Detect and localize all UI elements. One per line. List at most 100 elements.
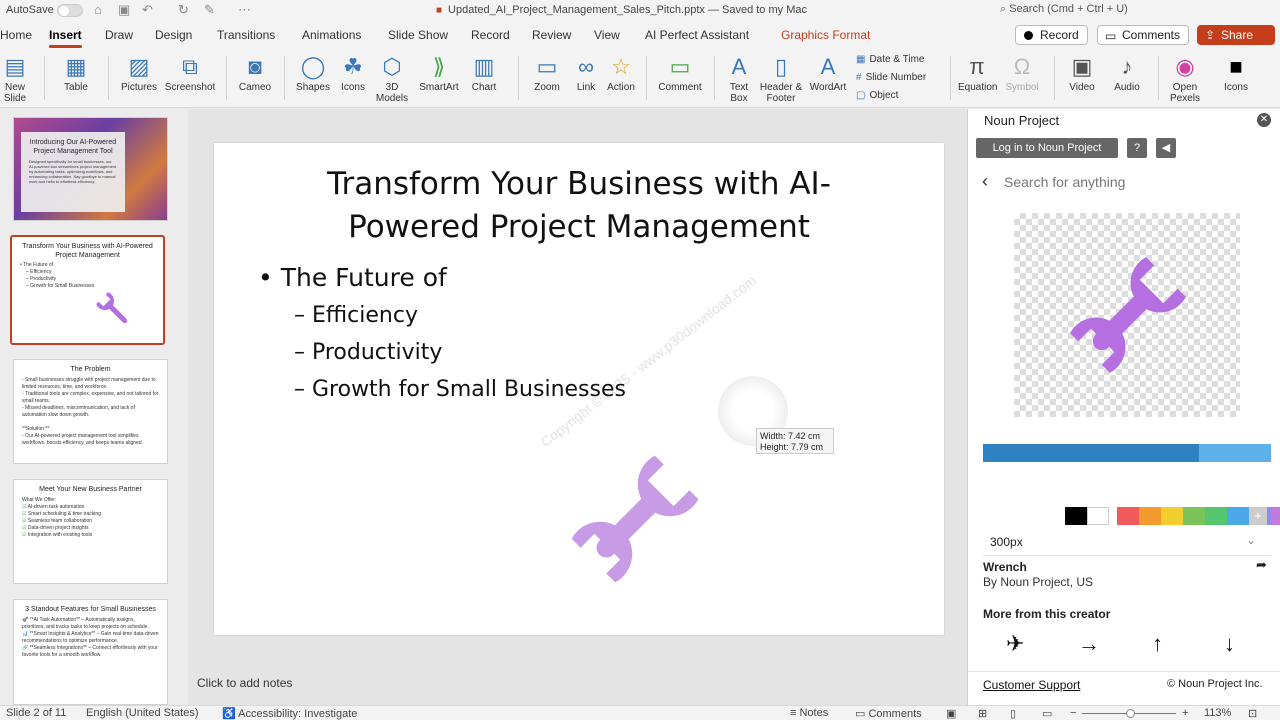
table-button[interactable]: ▦ Table [54,52,98,93]
color-swatch[interactable] [1087,507,1109,525]
slide-subbullet-growth[interactable]: – Growth for Small Businesses [294,377,626,402]
pi-icon: π [969,54,985,79]
tab-design[interactable]: Design [155,28,192,42]
tab-graphics-format[interactable]: Graphics Format [781,28,870,42]
more-icon[interactable]: ⋯ [238,2,251,18]
link-button[interactable]: ∞ Link [570,52,602,93]
new-slide-button[interactable]: ▤ New Slide [0,52,30,104]
color-swatch[interactable] [1117,507,1139,525]
size-select[interactable]: 300px [990,535,1023,549]
save-icon[interactable]: ▣ [118,2,130,18]
cameo-button[interactable]: ◙ Cameo [234,52,276,93]
tab-insert[interactable]: Insert [49,28,82,48]
slide-bullet[interactable]: • The Future of [258,263,447,292]
slideshow-view-icon[interactable]: ▭ [1042,707,1052,720]
airplane-icon[interactable]: ✈ [1006,631,1024,657]
color-swatch[interactable] [1183,507,1205,525]
slide-thumb-2[interactable]: Transform Your Business with AI-Powered … [10,235,165,345]
screenshot-button[interactable]: ⧉ Screenshot [162,52,218,93]
tab-record[interactable]: Record [471,28,510,42]
icon-search-input[interactable] [1004,171,1264,193]
slide-thumb-3[interactable]: The Problem - Small businesses struggle … [13,359,168,464]
arrow-up-icon[interactable]: ↑ [1152,631,1163,657]
color-swatch[interactable] [1161,507,1183,525]
slide-subbullet-efficiency[interactable]: – Efficiency [294,303,418,328]
color-swatch[interactable] [1065,507,1087,525]
comments-toggle[interactable]: ▭ Comments [855,707,922,720]
shapes-button[interactable]: ◯ Shapes [292,52,334,93]
login-button[interactable]: Log in to Noun Project [976,138,1118,158]
header-footer-button[interactable]: ▯ Header & Footer [758,52,804,104]
notes-placeholder[interactable]: Click to add notes [197,676,292,690]
audio-button[interactable]: ♪ Audio [1106,52,1148,93]
open-pexels-button[interactable]: ◉ Open Pexels [1164,52,1206,104]
customer-support-link[interactable]: Customer Support [983,678,1080,692]
zoom-slider-thumb[interactable] [1126,709,1135,718]
zoom-out-icon[interactable]: − [1070,707,1076,719]
color-swatch[interactable] [1271,507,1280,525]
slide-thumb-1[interactable]: Introducing Our AI-Powered Project Manag… [13,117,168,221]
tab-slide-show[interactable]: Slide Show [388,28,448,42]
share-button[interactable]: ⇪ Share [1197,25,1275,45]
autosave-toggle[interactable] [57,4,83,17]
pictures-button[interactable]: ▨ Pictures [116,52,162,93]
tab-home[interactable]: Home [0,28,32,42]
format-painter-icon[interactable]: ✎ [204,2,215,18]
slide-subbullet-productivity[interactable]: – Productivity [294,340,442,365]
tab-animations[interactable]: Animations [302,28,361,42]
notes-toggle[interactable]: ≡ Notes [790,707,828,719]
tab-review[interactable]: Review [532,28,571,42]
slide-number-button[interactable]: # Slide Number [856,72,926,83]
zoom-button[interactable]: ▭ Zoom [528,52,566,93]
symbol-button[interactable]: Ω Symbol [1002,52,1042,93]
equation-button[interactable]: π Equation [958,52,997,93]
slide-thumb-5[interactable]: 3 Standout Features for Small Businesses… [13,599,168,705]
tab-transitions[interactable]: Transitions [217,28,275,42]
chart-button[interactable]: ▥ Chart [464,52,504,93]
normal-view-icon[interactable]: ▣ [946,707,956,720]
zoom-level[interactable]: 113% [1204,707,1231,719]
help-icon[interactable]: ? [1127,138,1147,158]
arrow-right-icon[interactable]: → [1078,631,1100,657]
slide-title[interactable]: Transform Your Business with AI-Powered … [274,163,884,249]
accessibility-status[interactable]: ♿ Accessibility: Investigate [222,707,357,720]
slide-wrench-icon[interactable] [560,449,710,589]
slide-thumb-4[interactable]: Meet Your New Business Partner What We O… [13,479,168,584]
color-swatch[interactable] [1139,507,1161,525]
reading-view-icon[interactable]: ▯ [1010,707,1016,720]
smartart-button[interactable]: ⟫ SmartArt [416,52,462,93]
megaphone-icon[interactable]: ◀ [1156,138,1176,158]
text-box-button[interactable]: A Text Box [722,52,756,104]
record-button[interactable]: Record [1015,25,1088,45]
object-button[interactable]: ▢ Object [856,90,898,101]
color-swatch[interactable] [1227,507,1249,525]
video-button[interactable]: ▣ Video [1062,52,1102,93]
zoom-in-icon[interactable]: + [1182,707,1188,719]
date-time-button[interactable]: ▦ Date & Time [856,54,924,65]
share-arrow-icon[interactable]: ➦ [1256,557,1267,573]
3d-models-button[interactable]: ⬡ 3D Models [372,52,412,104]
home-icon[interactable]: ⌂ [94,2,102,17]
slide-sorter-icon[interactable]: ⊞ [978,707,987,720]
undo-icon[interactable]: ↶ [142,2,153,18]
tab-view[interactable]: View [594,28,620,42]
action-button[interactable]: ☆ Action [604,52,638,93]
global-search[interactable]: ⌕ Search (Cmd + Ctrl + U) [1000,3,1128,16]
slide-canvas[interactable]: Transform Your Business with AI-Powered … [214,143,944,635]
language-indicator[interactable]: English (United States) [86,707,199,719]
add-color-icon[interactable]: + [1249,507,1267,525]
chevron-down-icon[interactable]: ⌄ [1246,533,1256,547]
close-icon[interactable]: ✕ [1257,113,1271,127]
fit-slide-icon[interactable]: ⊡ [1248,707,1257,720]
wordart-button[interactable]: A WordArt [806,52,850,93]
icons-button[interactable]: ☘ Icons [336,52,370,93]
tab-draw[interactable]: Draw [105,28,133,42]
back-chevron-icon[interactable]: ‹ [982,171,988,192]
redo-icon[interactable]: ↻ [178,2,189,18]
comment-button[interactable]: ▭ Comment [656,52,704,93]
arrow-down-icon[interactable]: ↓ [1224,631,1235,657]
color-swatch[interactable] [1205,507,1227,525]
icons-addin-button[interactable]: ■ Icons [1216,52,1256,93]
tab-ai-perfect-assistant[interactable]: AI Perfect Assistant [645,28,749,42]
comments-button[interactable]: ▭ Comments [1097,25,1190,45]
